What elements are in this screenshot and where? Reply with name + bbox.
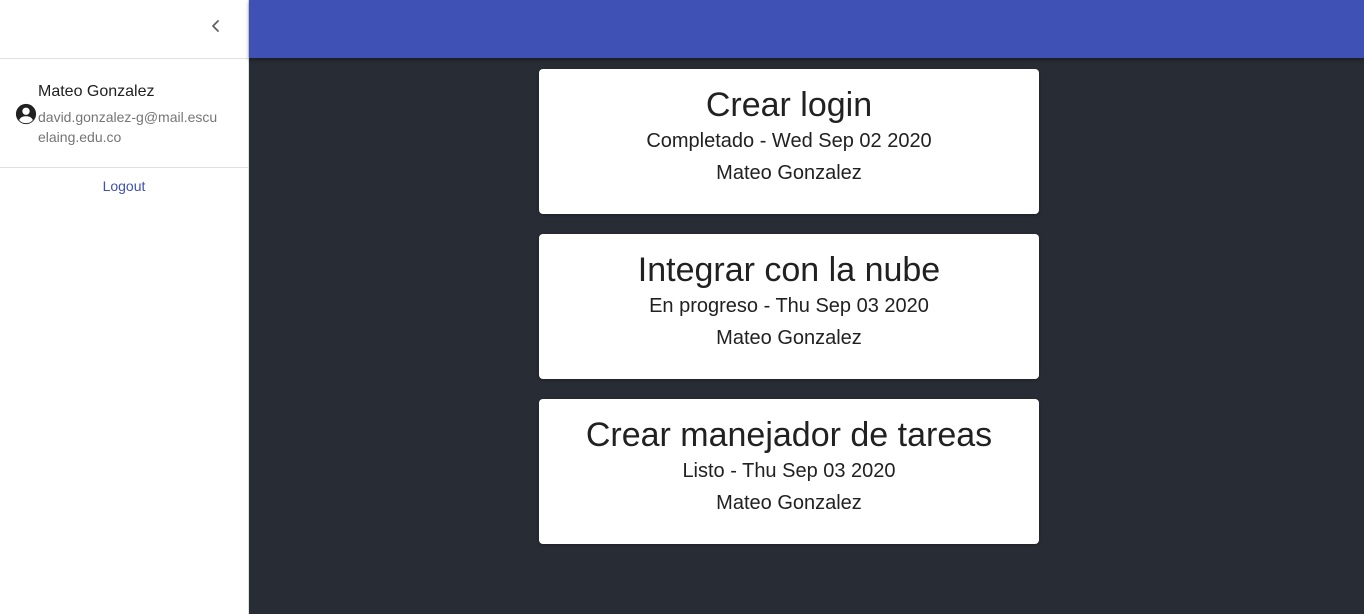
account-circle-icon — [15, 103, 37, 125]
task-list: Crear login Completado - Wed Sep 02 2020… — [539, 69, 1039, 564]
task-title: Integrar con la nube — [637, 251, 941, 289]
task-status: Listo - Thu Sep 03 2020 — [682, 460, 896, 482]
logout-link[interactable]: Logout — [0, 178, 248, 194]
app-bar — [249, 0, 1364, 58]
drawer-header — [0, 0, 248, 59]
task-owner: Mateo Gonzalez — [716, 162, 862, 184]
user-name: Mateo Gonzalez — [38, 83, 155, 100]
task-title: Crear login — [705, 86, 873, 124]
task-card: Crear manejador de tareas Listo - Thu Se… — [539, 399, 1039, 544]
task-card: Crear login Completado - Wed Sep 02 2020… — [539, 69, 1039, 214]
task-card: Integrar con la nube En progreso - Thu S… — [539, 234, 1039, 379]
user-profile: Mateo Gonzalez david.gonzalez-g@mail.esc… — [0, 59, 248, 168]
navigation-drawer: Mateo Gonzalez david.gonzalez-g@mail.esc… — [0, 0, 249, 614]
task-status: Completado - Wed Sep 02 2020 — [646, 130, 932, 152]
chevron-left-icon — [212, 20, 219, 32]
task-status: En progreso - Thu Sep 03 2020 — [649, 295, 929, 317]
task-title: Crear manejador de tareas — [585, 416, 993, 454]
user-email: david.gonzalez-g@mail.escuelaing.edu.co — [38, 109, 218, 145]
collapse-drawer-button[interactable] — [202, 12, 230, 40]
task-owner: Mateo Gonzalez — [716, 327, 862, 349]
task-owner: Mateo Gonzalez — [716, 492, 862, 514]
